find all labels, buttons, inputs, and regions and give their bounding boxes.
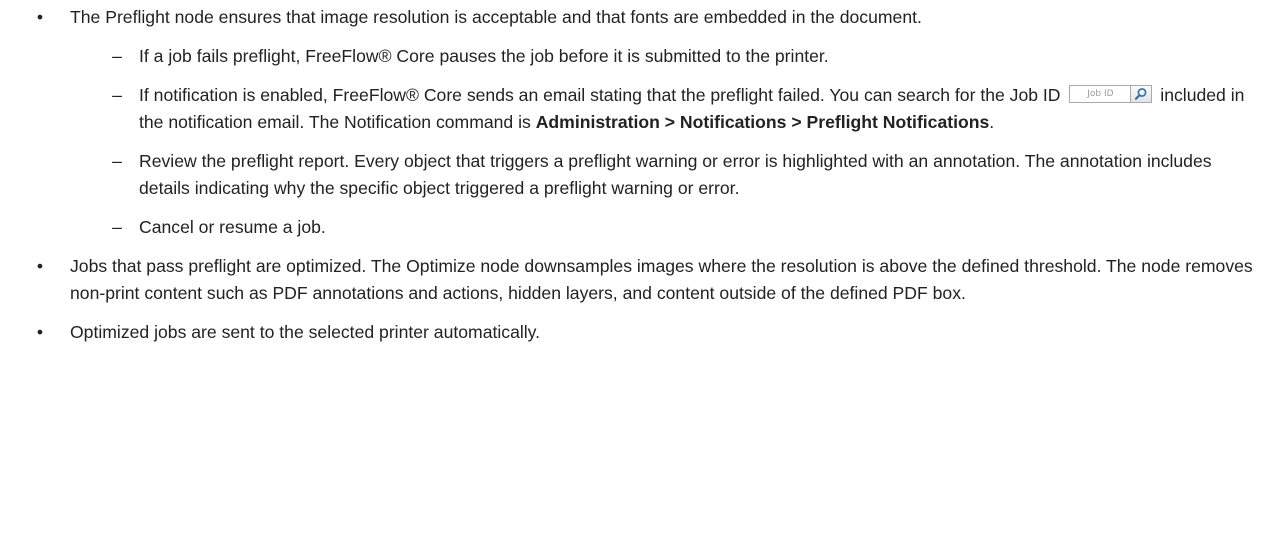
bullet-glyph: •	[36, 256, 44, 276]
bullet-item-preflight: • The Preflight node ensures that image …	[0, 4, 1265, 241]
magnifier-icon	[1131, 85, 1153, 103]
dash-glyph: –	[112, 151, 122, 171]
dash-glyph: –	[112, 217, 122, 237]
sub-item-text: Cancel or resume a job.	[139, 217, 326, 237]
job-id-search-field: Job ID	[1069, 85, 1153, 103]
bullet-text-optimize: Jobs that pass preflight are optimized. …	[70, 256, 1253, 303]
dash-glyph: –	[112, 46, 122, 66]
job-id-input-image: Job ID	[1069, 85, 1132, 103]
sub-item-cancel-resume: – Cancel or resume a job.	[40, 214, 1255, 241]
document-page: • The Preflight node ensures that image …	[0, 4, 1265, 358]
sub-item-review-report: – Review the preflight report. Every obj…	[40, 148, 1255, 202]
sub-item-text: If a job fails preflight, FreeFlow® Core…	[139, 46, 829, 66]
sub-item-notification: – If notification is enabled, FreeFlow® …	[40, 82, 1255, 136]
bullet-glyph: •	[36, 322, 44, 342]
bullet-item-printer: • Optimized jobs are sent to the selecte…	[0, 319, 1265, 346]
sub-item-fails-preflight: – If a job fails preflight, FreeFlow® Co…	[40, 43, 1255, 70]
bullet-item-optimize: • Jobs that pass preflight are optimized…	[0, 253, 1265, 307]
sub-list: – If a job fails preflight, FreeFlow® Co…	[70, 43, 1255, 241]
sub-item-text: Review the preflight report. Every objec…	[139, 151, 1212, 198]
bullet-text-preflight: The Preflight node ensures that image re…	[70, 7, 922, 27]
dash-glyph: –	[112, 85, 122, 105]
bullet-text-printer: Optimized jobs are sent to the selected …	[70, 322, 541, 342]
sub-item-text-end: .	[989, 112, 995, 132]
sub-item-text-before: If notification is enabled, FreeFlow® Co…	[139, 85, 1061, 105]
bullet-glyph: •	[36, 7, 44, 27]
notification-command-path: Administration > Notifications > Preflig…	[535, 112, 990, 132]
